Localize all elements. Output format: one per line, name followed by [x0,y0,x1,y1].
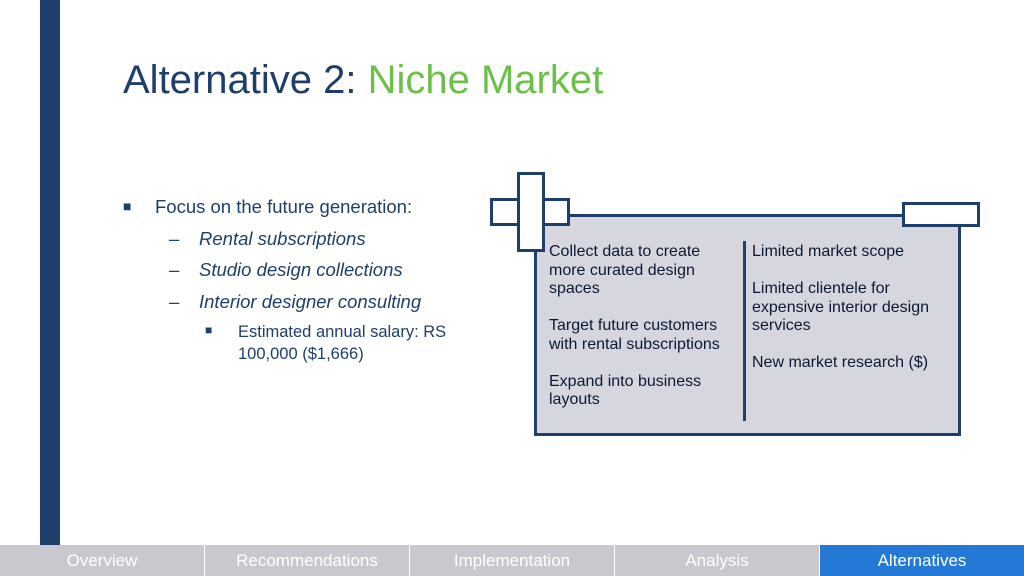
nav-tab-analysis[interactable]: Analysis [615,545,820,576]
pro-item: Expand into business layouts [549,372,702,409]
title-accent: Niche Market [367,58,604,102]
nav-tab-overview[interactable]: Overview [0,545,205,576]
minus-icon [902,202,980,227]
bullet-square-icon: ■ [205,323,213,337]
sub-bullet-rental: – Rental subscriptions [169,228,366,250]
con-item: Limited market scope [752,243,905,260]
left-accent-bar [40,0,60,545]
bullet-square-icon: ■ [123,198,132,214]
slide-title: Alternative 2: Niche Market [123,58,603,103]
dash-icon: – [169,259,180,280]
bullet-primary: ■ Focus on the future generation: [123,196,412,218]
dash-icon: – [169,291,180,312]
pro-item: Target future customers with rental subs… [549,317,720,353]
plus-icon-center [520,201,542,223]
sub-bullet-text: Interior designer consulting [199,291,422,312]
cons-column: Limited market scope Limited clientele f… [752,243,952,391]
dash-icon: – [169,228,180,249]
con-item: New market research ($) [752,354,929,371]
nav-tab-implementation[interactable]: Implementation [410,545,615,576]
pros-column: Collect data to create more curated desi… [549,243,741,428]
nav-tab-recommendations[interactable]: Recommendations [205,545,410,576]
con-item: Limited clientele for expensive interior… [752,280,929,334]
bullet-primary-text: Focus on the future generation: [155,196,413,217]
sub-bullet-studio: – Studio design collections [169,259,403,281]
tertiary-bullet-text: Estimated annual salary: RS 100,000 ($1,… [238,323,447,363]
sub-bullet-text: Rental subscriptions [199,228,366,249]
sub-bullet-consulting: – Interior designer consulting [169,291,421,313]
sub-bullet-text: Studio design collections [199,259,403,280]
pro-item: Collect data to create more curated desi… [549,243,701,297]
nav-tab-alternatives[interactable]: Alternatives [820,545,1024,576]
title-main: Alternative 2: [123,58,357,102]
column-divider [743,241,746,421]
bottom-nav: Overview Recommendations Implementation … [0,545,1024,576]
